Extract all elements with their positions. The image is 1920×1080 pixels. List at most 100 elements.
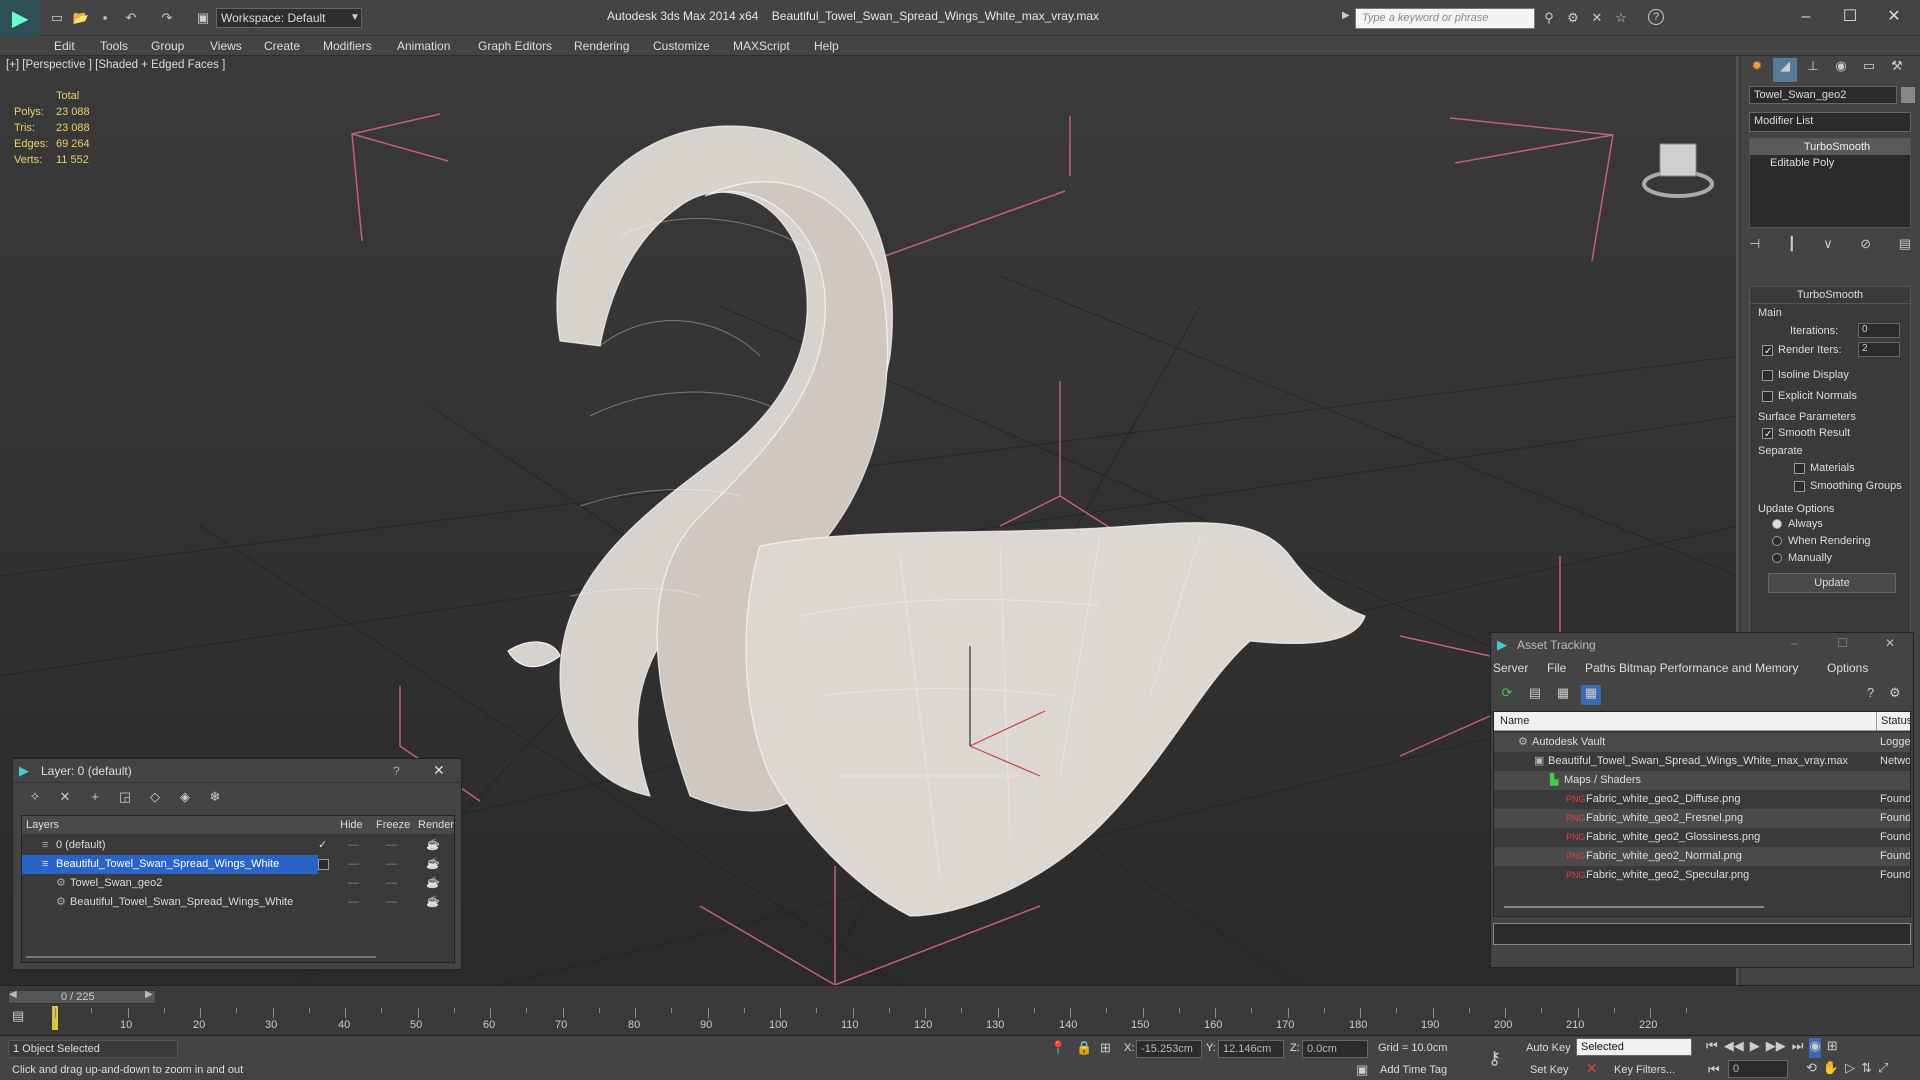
new-file-icon[interactable]: ▭: [48, 9, 66, 27]
absolute-mode-icon[interactable]: ⊞: [1100, 1040, 1111, 1056]
chevron-down-icon[interactable]: ▼: [348, 9, 362, 27]
walkthrough-icon[interactable]: ⇅: [1861, 1060, 1872, 1080]
undo-icon[interactable]: ↶: [122, 9, 140, 27]
explicit-normals-checkbox[interactable]: [1762, 391, 1773, 402]
go-to-start-icon[interactable]: ⏮: [1706, 1038, 1718, 1058]
col-render[interactable]: Render: [418, 816, 454, 835]
binoculars-icon[interactable]: ⚲: [1540, 9, 1558, 27]
refresh-icon[interactable]: ⟳: [1497, 685, 1517, 705]
object-name-field[interactable]: Towel_Swan_geo2: [1749, 86, 1897, 104]
add-to-layer-icon[interactable]: +: [85, 789, 105, 809]
grid-view-icon[interactable]: ▦: [1581, 685, 1601, 705]
key-mode-toggle-icon[interactable]: ◉: [1809, 1038, 1821, 1058]
create-tab-icon[interactable]: ✹: [1745, 58, 1769, 82]
modify-tab-icon[interactable]: ◢: [1773, 58, 1797, 82]
pin-stack-icon[interactable]: ⊣: [1749, 236, 1760, 256]
next-frame-icon[interactable]: ▶▶: [1766, 1038, 1786, 1058]
menu-views[interactable]: Views: [210, 37, 242, 55]
menu-customize[interactable]: Customize: [653, 37, 710, 55]
help-icon[interactable]: ?: [1648, 9, 1664, 25]
asset-menu-bitmap[interactable]: Bitmap Performance and Memory: [1619, 661, 1798, 675]
subscription-icon[interactable]: ⚙: [1564, 9, 1582, 27]
show-end-result-icon[interactable]: ┃: [1788, 236, 1796, 256]
help-button[interactable]: ?: [393, 764, 400, 778]
when-rendering-radio[interactable]: [1772, 536, 1782, 546]
maximize-button[interactable]: ☐: [1837, 636, 1848, 650]
previous-frame-icon[interactable]: ◀◀: [1724, 1038, 1744, 1058]
select-objects-icon[interactable]: ◲: [115, 789, 135, 809]
asset-menu-file[interactable]: File: [1547, 661, 1566, 675]
display-tab-icon[interactable]: ▭: [1857, 58, 1881, 82]
timeline-ruler[interactable]: 10 20 30 40 50 60 70 80 90 100 110 120 1…: [0, 986, 1700, 1036]
asset-row[interactable]: PNG Fabric_white_geo2_Diffuse.png Found: [1494, 790, 1910, 809]
hierarchy-tab-icon[interactable]: ⊥: [1801, 58, 1825, 82]
key-mode-dropdown[interactable]: Selected: [1576, 1038, 1692, 1056]
menu-graph-editors[interactable]: Graph Editors: [478, 37, 552, 55]
asset-menu-server[interactable]: Server: [1493, 661, 1528, 675]
layer-row[interactable]: ⚙ Towel_Swan_geo2 — — ☕: [22, 874, 454, 893]
col-layers[interactable]: Layers: [26, 816, 59, 835]
isoline-checkbox[interactable]: [1762, 370, 1773, 381]
stack-item-turbosmooth[interactable]: TurboSmooth: [1750, 139, 1910, 155]
rollout-title[interactable]: TurboSmooth: [1750, 287, 1910, 304]
menu-rendering[interactable]: Rendering: [574, 37, 629, 55]
asset-row[interactable]: ▣ Beautiful_Towel_Swan_Spread_Wings_Whit…: [1494, 752, 1910, 771]
viewport-label[interactable]: [+] [Perspective ] [Shaded + Edged Faces…: [6, 59, 225, 71]
active-checkbox[interactable]: [318, 859, 329, 870]
asset-row[interactable]: PNG Fabric_white_geo2_Fresnel.png Found: [1494, 809, 1910, 828]
redo-icon[interactable]: ↷: [158, 9, 176, 27]
col-hide[interactable]: Hide: [340, 816, 363, 835]
freeze-all-icon[interactable]: ❄: [205, 789, 225, 809]
asset-path-field[interactable]: [1493, 923, 1911, 945]
viewcube-icon[interactable]: [1642, 143, 1714, 198]
key-icon[interactable]: ⚷: [1488, 1048, 1501, 1069]
workspace-dropdown[interactable]: Workspace: Default: [216, 8, 362, 28]
remove-modifier-icon[interactable]: ⊘: [1860, 236, 1871, 256]
maximize-button[interactable]: ☐: [1830, 4, 1870, 30]
col-name[interactable]: Name: [1500, 712, 1529, 731]
menu-create[interactable]: Create: [264, 37, 300, 55]
table-view-icon[interactable]: ▦: [1553, 685, 1573, 705]
object-color-swatch[interactable]: [1901, 87, 1915, 103]
lock-selection-icon[interactable]: 🔒: [1076, 1040, 1092, 1056]
materials-checkbox[interactable]: [1794, 463, 1805, 474]
minimize-button[interactable]: –: [1791, 636, 1798, 650]
motion-tab-icon[interactable]: ◉: [1829, 58, 1853, 82]
time-tag-icon[interactable]: ▣: [1356, 1062, 1368, 1078]
add-time-tag-button[interactable]: Add Time Tag: [1380, 1064, 1447, 1076]
layer-row[interactable]: ≡ Beautiful_Towel_Swan_Spread_Wings_Whit…: [22, 855, 454, 874]
always-radio[interactable]: [1772, 519, 1782, 529]
field-of-view-icon[interactable]: ▷: [1845, 1060, 1855, 1080]
layer-row[interactable]: ≡ 0 (default) ✓ — — ☕: [22, 836, 454, 855]
asset-row[interactable]: ▙ Maps / Shaders: [1494, 771, 1910, 790]
open-file-icon[interactable]: 📂: [72, 9, 90, 27]
utilities-tab-icon[interactable]: ⚒: [1885, 58, 1909, 82]
minimize-button[interactable]: –: [1786, 4, 1826, 30]
asset-row[interactable]: PNG Fabric_white_geo2_Normal.png Found: [1494, 847, 1910, 866]
make-unique-icon[interactable]: ∨: [1823, 236, 1833, 256]
menu-maxscript[interactable]: MAXScript: [733, 37, 790, 55]
smoothing-groups-checkbox[interactable]: [1794, 481, 1805, 492]
search-input[interactable]: Type a keyword or phrase: [1355, 8, 1535, 29]
configure-sets-icon[interactable]: ▤: [1899, 236, 1911, 256]
menu-help[interactable]: Help: [814, 37, 839, 55]
update-button[interactable]: Update: [1768, 573, 1896, 593]
horizontal-scrollbar[interactable]: [26, 956, 376, 958]
col-freeze[interactable]: Freeze: [376, 816, 410, 835]
stack-item-editable-poly[interactable]: Editable Poly: [1750, 155, 1910, 171]
app-menu-button[interactable]: ▶: [0, 0, 40, 36]
go-to-end-icon[interactable]: ⏭: [1792, 1038, 1804, 1058]
horizontal-scrollbar[interactable]: [1504, 906, 1764, 908]
current-frame-field[interactable]: 0: [1728, 1060, 1788, 1078]
render-iters-spinner[interactable]: 2: [1858, 342, 1900, 357]
col-status[interactable]: Status: [1876, 712, 1910, 731]
set-key-icon[interactable]: ✕: [1586, 1060, 1598, 1077]
list-view-icon[interactable]: ▤: [1525, 685, 1545, 705]
asset-row[interactable]: PNG Fabric_white_geo2_Glossiness.png Fou…: [1494, 828, 1910, 847]
maximize-viewport-icon[interactable]: ⤢: [1878, 1060, 1888, 1080]
save-icon[interactable]: ▪: [96, 9, 114, 27]
asset-row[interactable]: ⚙ Autodesk Vault Logge: [1494, 733, 1910, 752]
render-iters-checkbox[interactable]: [1762, 345, 1773, 356]
menu-modifiers[interactable]: Modifiers: [323, 37, 372, 55]
help-icon[interactable]: ?: [1867, 685, 1874, 700]
